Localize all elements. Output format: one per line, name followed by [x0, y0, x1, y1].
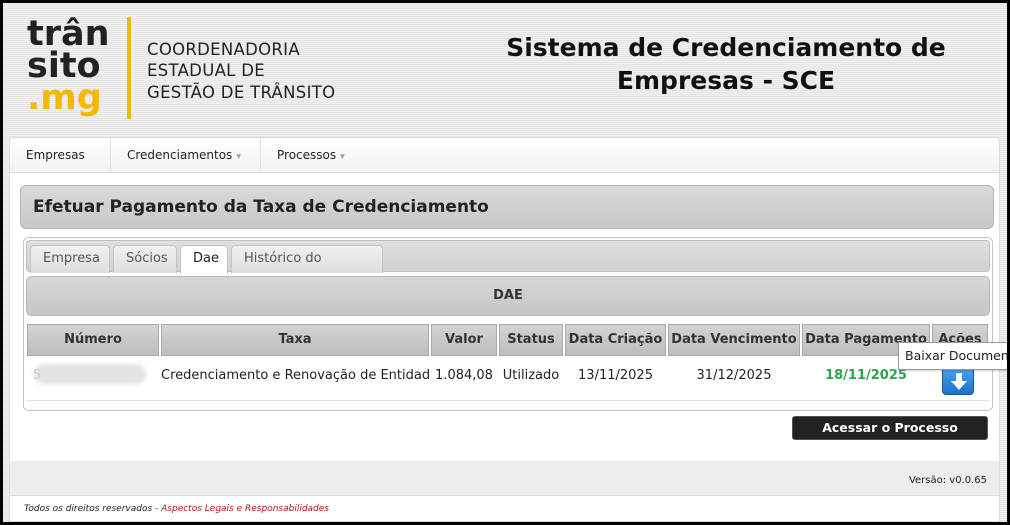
menu-item-label: Processos: [277, 148, 337, 162]
chevron-down-icon: ▾: [340, 152, 345, 162]
tabs-panel: Empresa Sócios Dae Histórico do Processo…: [23, 237, 993, 411]
menu-item-label: Empresas: [26, 148, 85, 162]
tab-dae[interactable]: Dae: [180, 245, 228, 274]
menu-item-label: Credenciamentos: [127, 148, 233, 162]
cell-data-criacao: 13/11/2025: [578, 368, 653, 383]
tab-empresa[interactable]: Empresa: [30, 245, 110, 273]
column-header-data-criacao: Data Criação: [565, 324, 666, 356]
cell-numero: 5: [32, 368, 42, 383]
org-name-line-3: GESTÃO DE TRÂNSITO: [147, 83, 336, 102]
menu-item-empresas[interactable]: Empresas: [10, 138, 111, 172]
legal-aspects-link[interactable]: Aspectos Legais e Responsabilidades: [161, 504, 329, 514]
row-divider: [26, 400, 990, 401]
tab-socios[interactable]: Sócios: [113, 245, 177, 273]
system-title-line-2: Empresas - SCE: [616, 66, 836, 95]
download-tooltip: Baixar Documento: [898, 342, 1007, 370]
app-window: trân sito .mg COORDENADORIA ESTADUAL DE …: [3, 3, 1007, 522]
cell-status: Utilizado: [502, 368, 560, 383]
column-header-status: Status: [499, 324, 563, 356]
org-name-line-1: COORDENADORIA: [147, 40, 300, 59]
cell-data-vencimento: 31/12/2025: [696, 368, 772, 383]
access-main-process-button[interactable]: Acessar o Processo Principal: [792, 416, 988, 457]
cell-taxa: Credenciamento e Renovação de Entidade: [161, 368, 429, 383]
cell-valor: 1.084,08: [435, 368, 493, 383]
logo-divider: [127, 17, 131, 119]
logo-line-1: trân: [27, 14, 110, 54]
logo-line-3: .mg: [27, 78, 102, 118]
menu-item-processos[interactable]: Processos ▾: [261, 138, 361, 172]
page-title-panel: Efetuar Pagamento da Taxa de Credenciame…: [20, 185, 994, 229]
page-title: Efetuar Pagamento da Taxa de Credenciame…: [33, 197, 489, 217]
version-label: Versão: v0.0.65: [908, 475, 987, 486]
logo-line-2: sito: [27, 46, 101, 86]
menu-item-credenciamentos[interactable]: Credenciamentos ▾: [111, 138, 261, 172]
system-title: Sistema de Credenciamento de Empresas - …: [481, 31, 971, 97]
dae-section-title: DAE: [26, 276, 990, 316]
org-name-line-2: ESTADUAL DE: [147, 61, 265, 80]
footer: Todos os direitos reservados - Aspectos …: [9, 495, 1000, 522]
rights-text: Todos os direitos reservados - Aspectos …: [24, 504, 329, 514]
system-title-line-1: Sistema de Credenciamento de: [506, 33, 946, 62]
tab-strip: Empresa Sócios Dae Histórico do Processo: [26, 240, 990, 292]
footer-version-bar: Versão: v0.0.65: [9, 461, 1000, 495]
content-area: Efetuar Pagamento da Taxa de Credenciame…: [9, 173, 1000, 461]
rights-label: Todos os direitos reservados -: [24, 504, 162, 514]
numero-redacted: [34, 364, 146, 384]
header: trân sito .mg COORDENADORIA ESTADUAL DE …: [3, 3, 1007, 137]
tab-historico-processo[interactable]: Histórico do Processo: [231, 245, 383, 292]
download-arrow-icon: [951, 373, 967, 390]
main-menu: Empresas Credenciamentos ▾ Processos ▾: [9, 137, 1000, 173]
column-header-data-vencimento: Data Vencimento: [668, 324, 800, 356]
download-document-button[interactable]: [942, 367, 974, 395]
chevron-down-icon: ▾: [236, 152, 241, 162]
column-header-valor: Valor: [431, 324, 497, 356]
column-header-numero: Número: [27, 324, 159, 356]
column-header-taxa: Taxa: [161, 324, 429, 356]
